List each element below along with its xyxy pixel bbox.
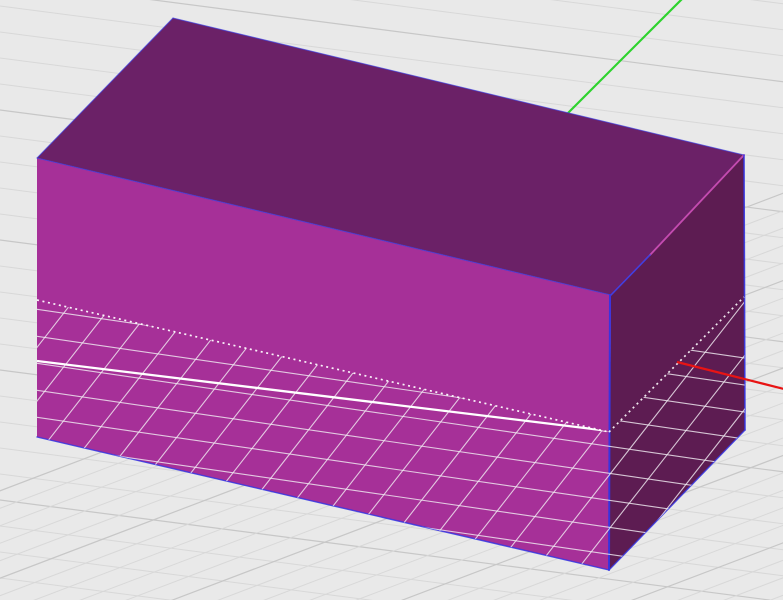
edge-back-right-vertical — [743, 154, 746, 431]
viewport-canvas — [0, 0, 783, 600]
3d-viewport[interactable] — [0, 0, 783, 600]
